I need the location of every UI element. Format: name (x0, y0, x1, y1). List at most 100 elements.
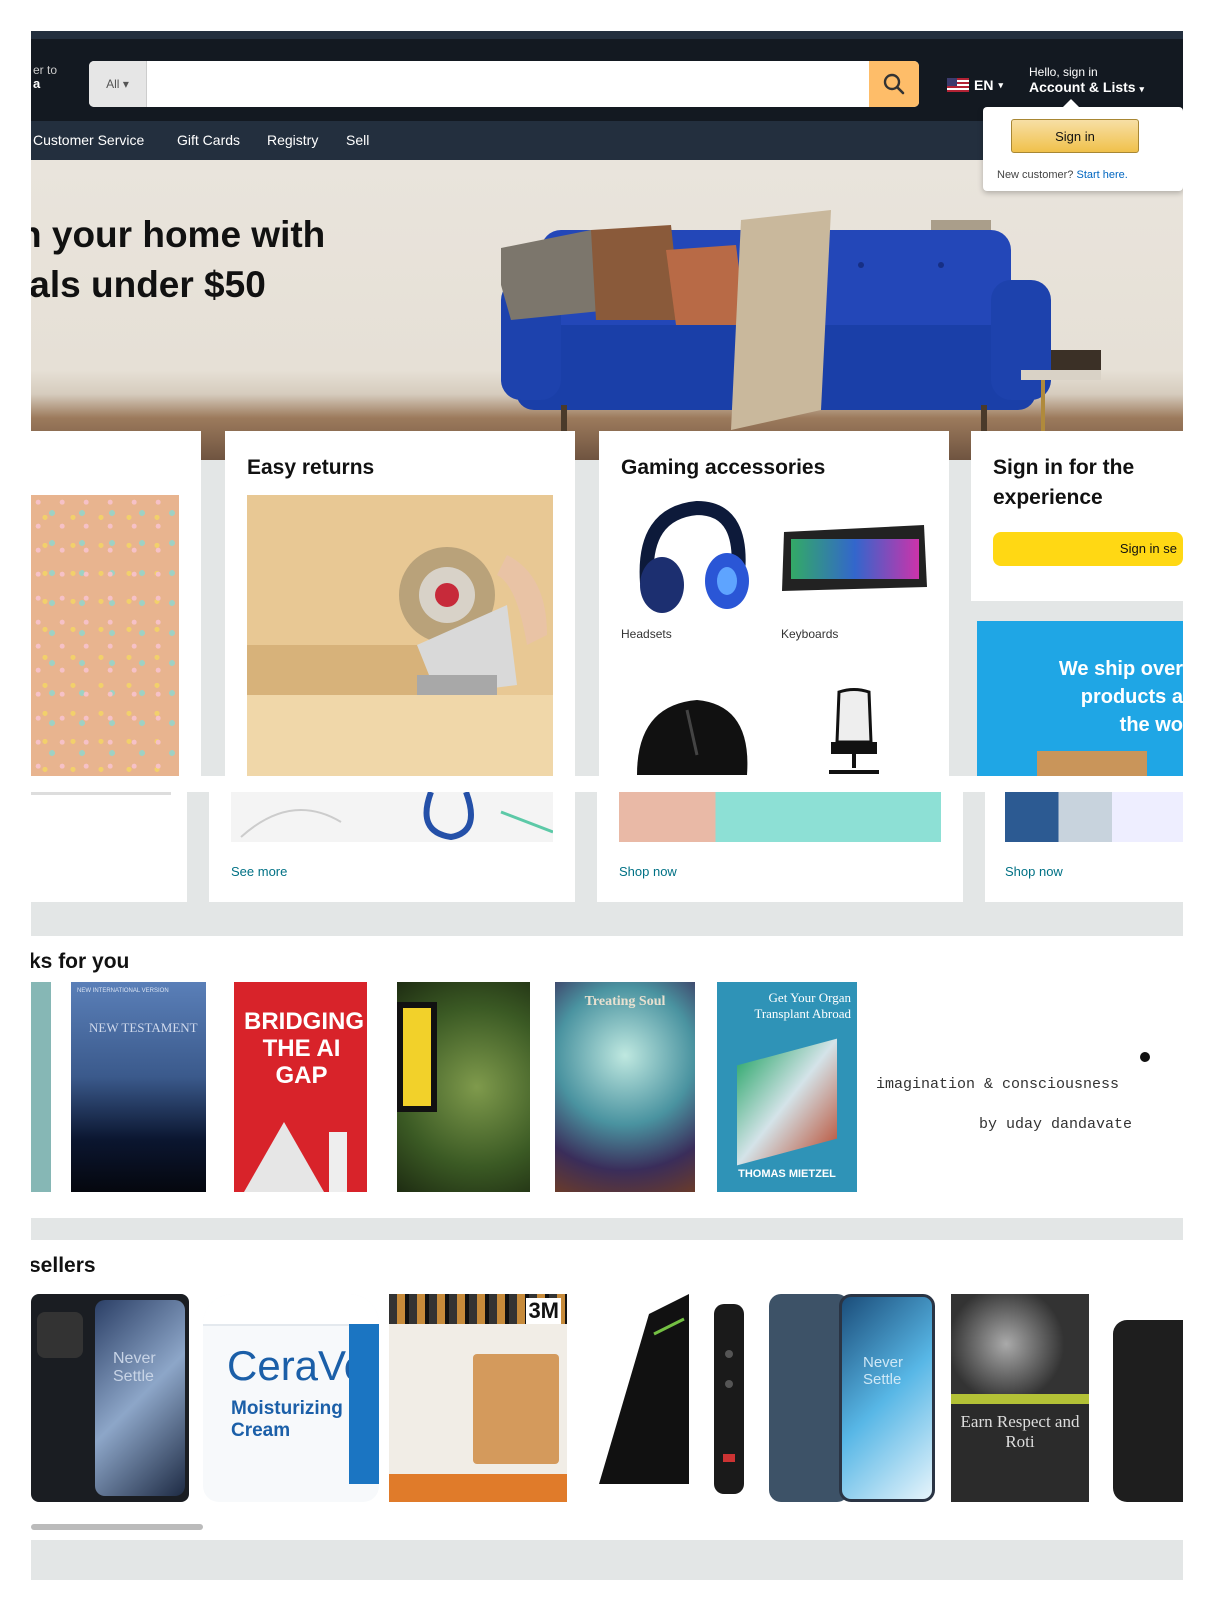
sandpaper-sheet (473, 1354, 559, 1464)
signin-flyout: Sign in New customer? Start here. (983, 99, 1183, 191)
book-5-title: Get Your Organ Transplant Abroad (754, 990, 851, 1021)
card-signin-lower: Shop now (985, 792, 1183, 902)
language-selector[interactable]: EN ▾ (947, 77, 1003, 93)
product-2-brand: CeraVe (227, 1342, 368, 1389)
product-oneplus-nord[interactable]: Never Settle (769, 1294, 935, 1502)
tape-dispenser-image (247, 495, 553, 776)
new-customer-text: New customer? Start here. (997, 169, 1128, 181)
nav-gift-cards[interactable]: Gift Cards (177, 132, 240, 148)
sofa-image (501, 210, 1101, 450)
product-book-earn-respect[interactable]: Earn Respect and Roti (951, 1294, 1089, 1502)
orange-footer (389, 1474, 567, 1502)
nav-registry[interactable]: Registry (267, 132, 318, 148)
book-1-title: NEW TESTAMENT (89, 1020, 198, 1035)
search-button[interactable] (869, 61, 919, 107)
us-flag-icon (947, 78, 969, 92)
quote-line-1[interactable]: imagination & consciousness (876, 1076, 1119, 1093)
headset-image (639, 500, 749, 613)
product-cerave[interactable]: CeraVe Moisturizing Cream (203, 1294, 379, 1502)
caret-down-icon: ▾ (122, 77, 129, 91)
easy-returns-see-more-link[interactable]: See more (231, 864, 287, 879)
start-here-link[interactable]: Start here. (1076, 169, 1127, 181)
page-frame: er to a All ▾ EN ▾ Hello, sign in Accoun… (31, 31, 1183, 1580)
book-new-testament[interactable]: NEW INTERNATIONAL VERSION NEW TESTAMENT (71, 982, 206, 1192)
book-tree-cover[interactable] (397, 982, 530, 1192)
card-easy-returns-lower: See more (209, 792, 575, 902)
flyout-signin-button[interactable]: Sign in (1011, 119, 1139, 153)
cerave-stripe (349, 1324, 379, 1484)
product-2-sub1: Moisturizing (231, 1398, 343, 1419)
account-lists[interactable]: Hello, sign in Account & Lists ▾ (1029, 65, 1144, 95)
caret-down-icon: ▾ (998, 79, 1003, 90)
search-icon (883, 73, 905, 95)
package-image (1037, 751, 1147, 776)
book-cover-photo (951, 1294, 1089, 1394)
streaming-device-image (599, 1294, 744, 1494)
ship-line-2: products a (1080, 686, 1183, 708)
product-partial-speaker[interactable] (1113, 1320, 1183, 1502)
account-label: Account & Lists (1029, 79, 1136, 95)
product-6-text: Earn Respect and Roti (960, 1412, 1080, 1451)
ship-worldwide-banner[interactable]: We ship over products a the wo (977, 621, 1183, 776)
mountain-icon (244, 1122, 347, 1192)
product-1-text: Never Settle (113, 1350, 156, 1385)
language-label: EN (974, 77, 994, 93)
quote-bullet (1140, 1052, 1150, 1062)
sellers-row-title: sellers (31, 1254, 96, 1277)
caret-down-icon: ▾ (1139, 84, 1144, 94)
books-strip: ks for you NEW INTERNATIONAL VERSION NEW… (31, 936, 1183, 1218)
headsets-label[interactable]: Headsets (621, 627, 672, 641)
book-organ-transplant[interactable]: Get Your Organ Transplant Abroad THOMAS … (717, 982, 857, 1192)
book-treating-soul[interactable]: Treating Soul (555, 982, 695, 1192)
deliver-to[interactable]: er to a (33, 63, 57, 91)
signin-card-title-line-2: experience (993, 486, 1103, 509)
card-easy-returns[interactable]: Easy returns (225, 431, 575, 776)
signin-securely-button[interactable]: Sign in se (993, 532, 1183, 566)
product-2-sub2: Cream (231, 1420, 291, 1441)
card-fashion-lower (31, 792, 187, 902)
hero-banner[interactable]: h your home with ials under $50 (31, 160, 1183, 460)
signin-card-title: Sign in for the experience (993, 453, 1183, 513)
keyboards-label[interactable]: Keyboards (781, 627, 838, 641)
nav-sell[interactable]: Sell (346, 132, 369, 148)
card-gaming[interactable]: Gaming accessories Headsets Keyboards (599, 431, 949, 776)
signin-shop-now-link[interactable]: Shop now (1005, 864, 1063, 879)
book-1-sub: NEW INTERNATIONAL VERSION (77, 988, 169, 994)
hero-heading: h your home with ials under $50 (31, 210, 325, 310)
phone-back (769, 1294, 849, 1502)
card-signin: Sign in for the experience Sign in se (971, 431, 1183, 601)
book-bridging-ai-gap[interactable]: BRIDGING THE AI GAP (234, 982, 367, 1192)
product-streaming-box[interactable] (589, 1294, 761, 1502)
deliver-label: er to (33, 63, 58, 77)
book-cover-partial[interactable] (31, 982, 51, 1192)
search-category-dropdown[interactable]: All ▾ (89, 61, 147, 107)
card-fashion[interactable] (31, 431, 201, 776)
carousel-scrollbar[interactable] (31, 1524, 203, 1530)
easy-returns-title: Easy returns (247, 456, 375, 479)
mouse-image (637, 700, 748, 775)
product-3-brand: 3M (526, 1298, 561, 1324)
gaming-shop-now-link[interactable]: Shop now (619, 864, 677, 879)
gaming-title: Gaming accessories (621, 456, 826, 479)
deliver-location: a (33, 76, 41, 91)
gaming-lower-image (619, 792, 941, 842)
signin-securely-label: Sign in se (1119, 541, 1177, 556)
book-4-title: Treating Soul (584, 994, 666, 1009)
product-oneplus-phone[interactable]: Never Settle (31, 1294, 189, 1502)
keyboard-image (782, 525, 927, 591)
ship-line-1: We ship over (1058, 658, 1183, 680)
hero-line-1: h your home with (31, 214, 326, 255)
book-5-illustration (737, 1038, 837, 1166)
quote-line-2: by uday dandavate (979, 1116, 1133, 1133)
card-gaming-lower: Shop now (597, 792, 963, 902)
dress-image (31, 495, 179, 776)
search-bar: All ▾ (89, 61, 919, 107)
book-2-title: BRIDGING THE AI GAP (244, 1008, 364, 1089)
nav-customer-service[interactable]: Customer Service (33, 132, 144, 148)
book-3-frame (397, 1002, 437, 1112)
book-band (951, 1394, 1089, 1404)
new-customer-label: New customer? (997, 169, 1074, 181)
product-3m-sandpaper[interactable]: 3M (389, 1294, 567, 1502)
search-input[interactable] (151, 61, 845, 107)
book-5-author: THOMAS MIETZEL (738, 1168, 836, 1180)
